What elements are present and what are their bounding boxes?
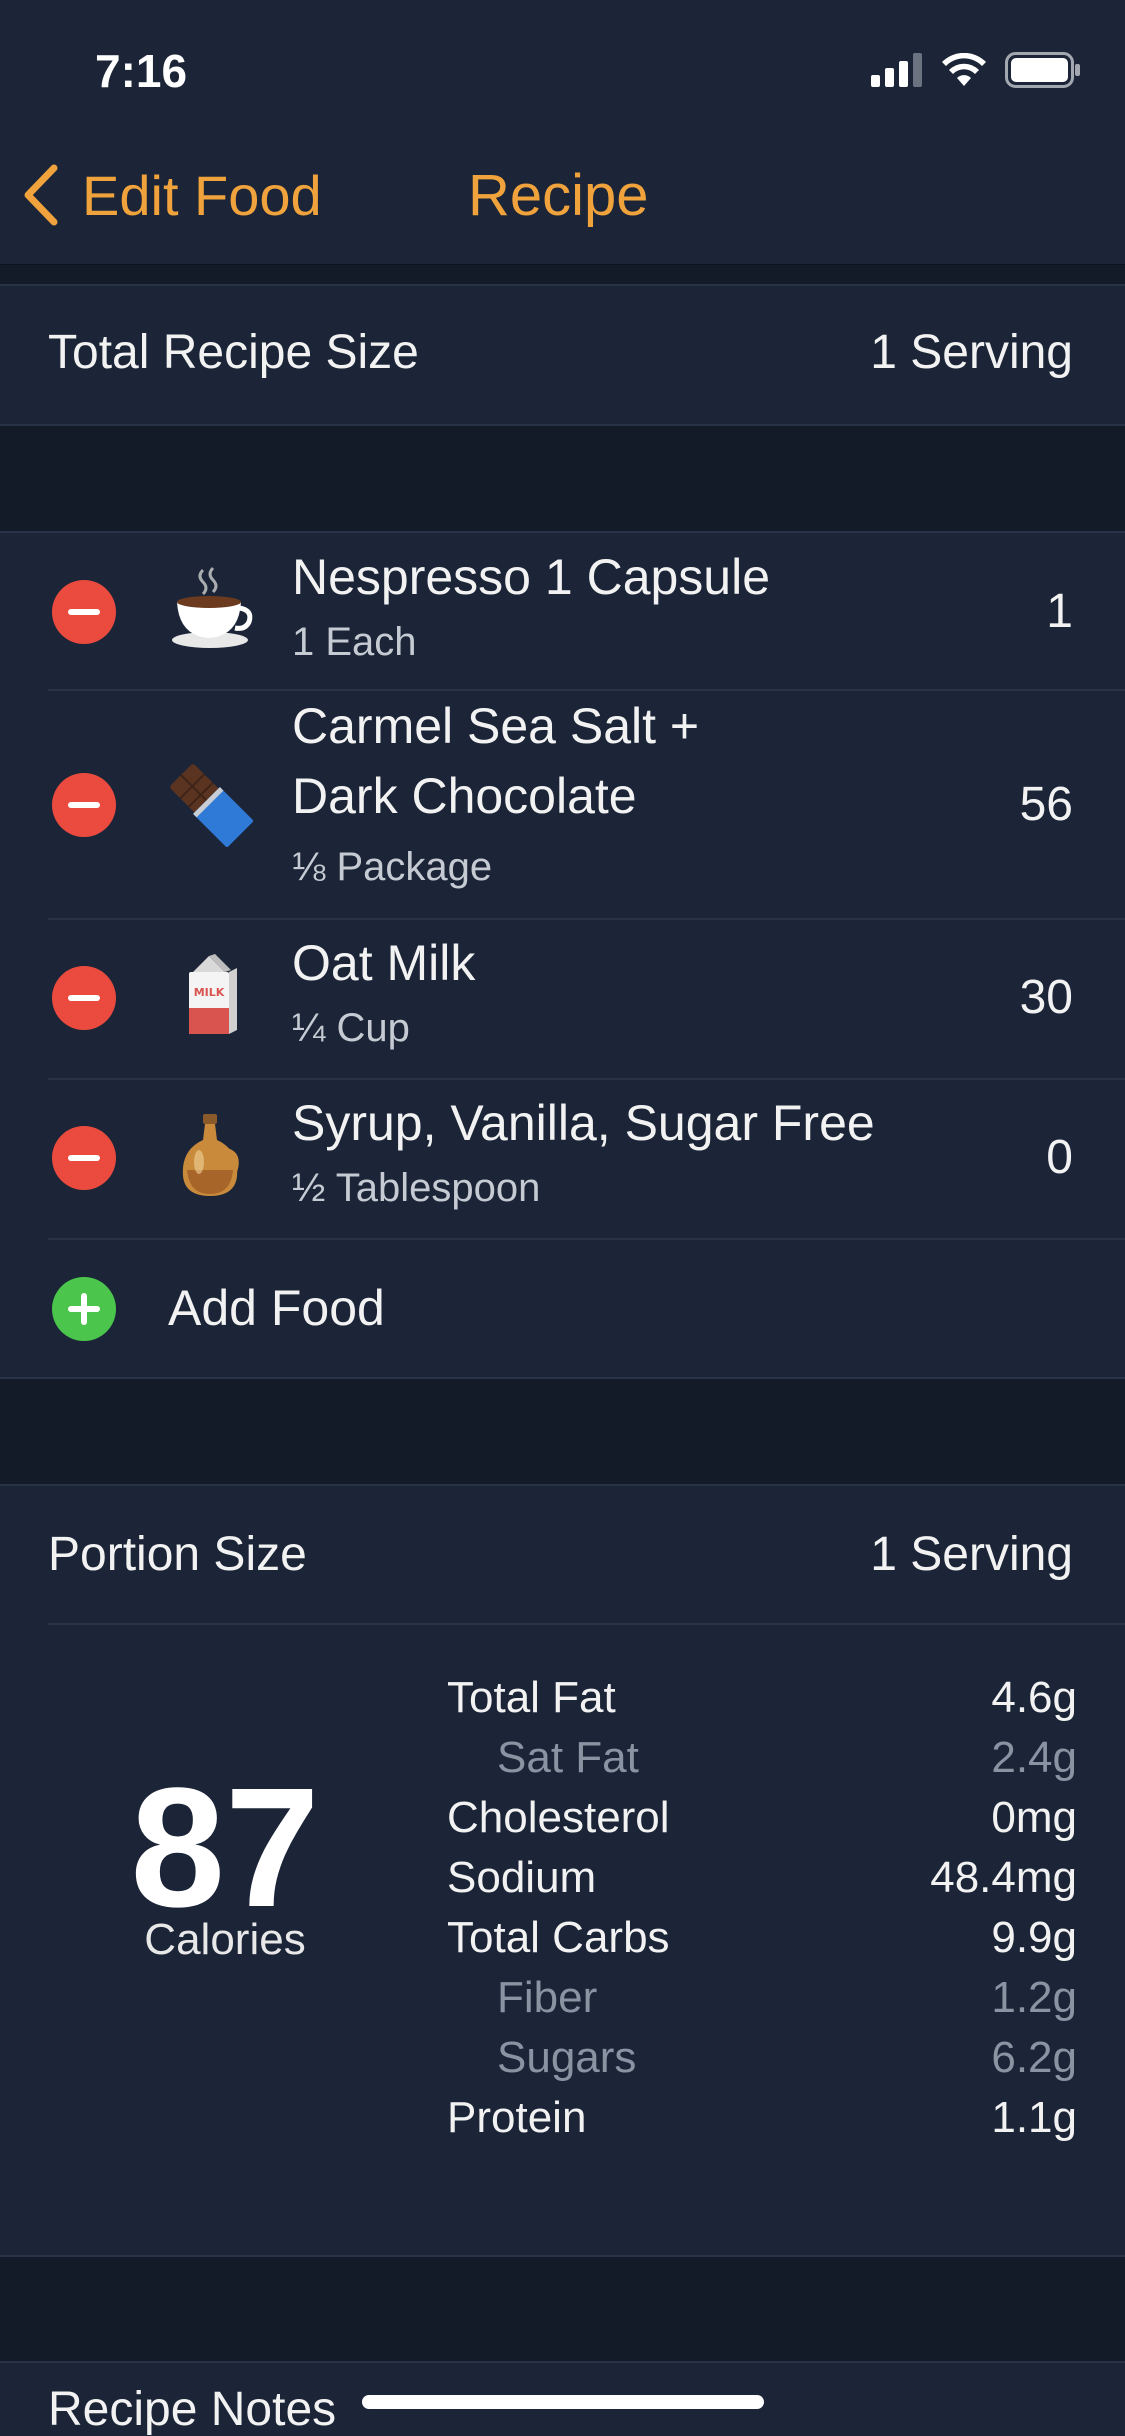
divider [0,2255,1125,2257]
chocolate-bar-icon [170,764,254,848]
divider [0,424,1125,426]
back-button-label: Edit Food [82,163,322,227]
list-item[interactable]: Carmel Sea Salt + Dark Chocolate ⅛ Packa… [0,691,1125,919]
remove-ingredient-button[interactable] [52,773,116,837]
remove-ingredient-button[interactable] [52,966,116,1030]
divider [0,1377,1125,1379]
divider [0,2361,1125,2363]
divider [0,284,1125,286]
nutrient-label: Cholesterol [447,1793,670,1842]
status-icons [871,52,1081,88]
nutrient-value: 2.4g [991,1733,1077,1782]
ingredient-calories: 30 [1019,971,1073,1024]
page-title: Recipe [468,162,649,228]
nutrient-row-protein: Protein 1.1g [447,2093,1077,2153]
ingredient-serving: ½ Tablespoon [292,1166,541,1210]
ingredient-calories: 1 [1046,585,1073,638]
calories-label: Calories [144,1915,306,1964]
syrup-bottle-icon [182,1114,239,1196]
list-item[interactable]: Syrup, Vanilla, Sugar Free ½ Tablespoon … [0,1080,1125,1238]
divider [0,531,1125,533]
ingredient-name-line2: Dark Chocolate [292,768,637,824]
list-item[interactable]: MILK Oat Milk ¼ Cup 30 [0,920,1125,1078]
nutrient-row-total-fat: Total Fat 4.6g [447,1673,1077,1733]
nutrient-value: 0mg [991,1793,1077,1842]
add-food-label: Add Food [168,1280,385,1336]
ingredient-calories: 56 [1019,778,1073,831]
ingredient-serving: ⅛ Package [292,845,493,889]
nutrient-value: 9.9g [991,1913,1077,1962]
divider [0,1484,1125,1486]
nutrient-row-sugars: Sugars 6.2g [447,2033,1077,2093]
total-recipe-size-value: 1 Serving [870,326,1073,379]
battery-icon [1005,52,1080,88]
nutrient-row-fiber: Fiber 1.2g [447,1973,1077,2033]
ingredient-name: Syrup, Vanilla, Sugar Free [292,1095,875,1151]
list-item[interactable]: Nespresso 1 Capsule 1 Each 1 [0,532,1125,690]
nutrient-label: Sugars [497,2033,637,2082]
nutrient-label: Sat Fat [497,1733,639,1782]
wifi-icon [942,53,986,86]
milk-carton-icon: MILK [189,954,237,1034]
portion-size-label: Portion Size [48,1528,307,1581]
nutrient-row-total-carbs: Total Carbs 9.9g [447,1913,1077,1973]
navigation-bar: Edit Food Recipe [0,140,1125,265]
back-button[interactable]: Edit Food [22,160,322,230]
nutrient-row-sodium: Sodium 48.4mg [447,1853,1077,1913]
ingredient-serving: 1 Each [292,620,417,664]
ingredient-name: Nespresso 1 Capsule [292,549,771,605]
remove-ingredient-button[interactable] [52,580,116,644]
nutrient-label: Protein [447,2093,587,2142]
ingredient-calories: 0 [1046,1131,1073,1184]
cellular-signal-icon [871,53,922,87]
nutrient-label: Fiber [497,1973,598,2022]
recipe-notes-label: Recipe Notes [48,2383,337,2436]
nutrient-value: 6.2g [991,2033,1077,2082]
add-food-button[interactable] [52,1277,116,1341]
svg-text:MILK: MILK [194,986,225,999]
home-indicator[interactable] [362,2395,764,2409]
remove-ingredient-button[interactable] [52,1126,116,1190]
chevron-left-icon [24,164,58,226]
total-recipe-size-label: Total Recipe Size [48,326,419,379]
nutrient-row-cholesterol: Cholesterol 0mg [447,1793,1077,1853]
nutrient-label: Sodium [447,1853,597,1902]
total-recipe-size-row[interactable]: Total Recipe Size 1 Serving [0,285,1125,425]
ingredient-serving: ¼ Cup [292,1006,410,1050]
ingredient-name: Carmel Sea Salt + [292,698,700,754]
nutrient-row-sat-fat: Sat Fat 2.4g [447,1733,1077,1793]
nutrient-value: 1.1g [991,2093,1077,2142]
nutrient-label: Total Carbs [447,1913,670,1962]
nutrition-summary: 87 Calories Total Fat 4.6g Sat Fat 2.4g … [0,1625,1125,2255]
ingredient-name: Oat Milk [292,935,476,991]
nutrient-value: 1.2g [991,1973,1077,2022]
portion-size-value: 1 Serving [870,1528,1073,1581]
status-time: 7:16 [95,45,188,97]
add-food-row[interactable]: Add Food [0,1240,1125,1377]
ingredients-list: Nespresso 1 Capsule 1 Each 1 Carmel Sea … [0,532,1125,1377]
nutrient-value: 48.4mg [930,1853,1077,1902]
nutrient-value: 4.6g [991,1673,1077,1722]
portion-size-row[interactable]: Portion Size 1 Serving [0,1485,1125,1625]
status-bar: 7:16 [0,0,1125,140]
coffee-cup-icon [172,566,253,648]
nutrient-label: Total Fat [447,1673,616,1722]
